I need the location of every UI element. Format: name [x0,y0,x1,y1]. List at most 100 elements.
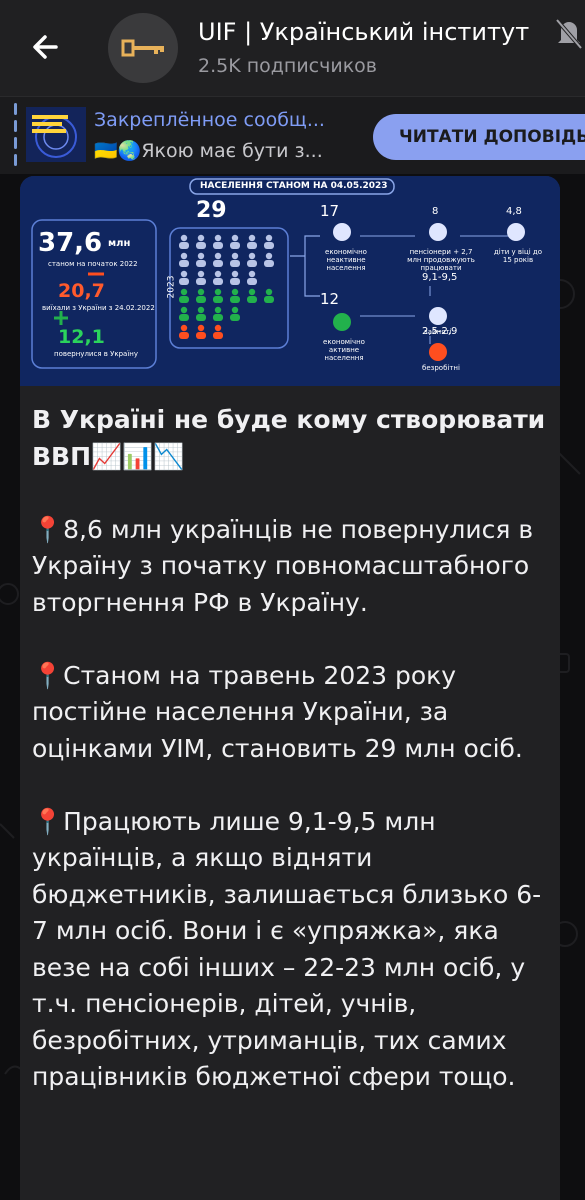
person-icon-body [196,242,206,249]
person-icon [214,324,222,332]
person-icon [231,252,239,260]
infographic-returned-caption: повернулися в Україну [54,350,139,358]
person-icon-body [213,278,223,285]
person-icon [197,306,205,314]
person-icon [197,288,205,296]
infographic-unemployed-value: 2,5-2,9 [422,326,458,337]
infographic-left-caption: виїхали з України з 24.02.2022 [42,304,155,312]
infographic-active-value: 12 [320,290,340,308]
message-bubble[interactable]: НАСЕЛЕННЯ СТАНОМ НА 04.05.2023 37,6 млн … [20,176,560,1200]
person-icon-body [247,242,257,249]
person-icon-body [196,296,206,303]
person-icon [265,234,273,242]
person-icon-body [179,332,189,339]
person-icon-body [196,260,206,267]
person-icon [214,234,222,242]
person-icon [265,288,273,296]
person-icon-body [179,242,189,249]
message-text: В Україні не буде кому створювати ВВП📈📊📉… [32,402,552,1132]
subscriber-count: 2.5K подписчиков [198,55,377,77]
person-icon [231,234,239,242]
person-icon-body [230,278,240,285]
person-icon-body [213,260,223,267]
person-icon [214,288,222,296]
person-icon [180,288,188,296]
person-icon-body [213,314,223,321]
person-icon [197,324,205,332]
person-icon-body [264,296,274,303]
infographic-big-total: 37,6 [38,228,103,258]
person-icon [197,252,205,260]
pinned-preview: 🇺🇦🌏Якою має бути з... [94,140,323,162]
channel-avatar[interactable] [108,13,178,83]
person-icon-body [196,332,206,339]
person-icon [214,270,222,278]
person-icon-body [213,332,223,339]
person-icon [231,306,239,314]
person-icon [214,252,222,260]
message-paragraph-3: 📍Працюють лише 9,1-9,5 млн українців, а … [32,806,542,1092]
infographic-image[interactable]: НАСЕЛЕННЯ СТАНОМ НА 04.05.2023 37,6 млн … [20,176,560,386]
person-icon-body [264,260,274,267]
person-icon [180,306,188,314]
person-icon-body [213,296,223,303]
person-icon [231,270,239,278]
person-icon [197,270,205,278]
infographic-inactive-value: 17 [320,202,340,220]
person-icon-body [247,296,257,303]
person-icon [180,234,188,242]
message-paragraph-2: 📍Станом на травень 2023 року постійне на… [32,660,523,763]
person-icon [265,252,273,260]
person-icon-body [179,296,189,303]
person-icon-body [230,314,240,321]
person-icon-body [230,242,240,249]
channel-header: UIF | Український інститут 2.5K подписчи… [0,0,585,96]
person-icon-body [230,260,240,267]
pinned-indicator [14,103,17,166]
infographic-kids-caption: діти у віці до 15 років [493,248,543,264]
infographic-current: 29 [196,198,227,223]
person-icon [180,324,188,332]
infographic-big-total-caption: станом на початок 2022 [48,260,138,268]
message-headline: В Україні не буде кому створювати ВВП📈📊📉 [32,405,546,471]
person-icon-body [196,314,206,321]
infographic-returned-value: 12,1 [58,326,105,348]
infographic-pension-caption: пенсіонери + 2,7 млн продовжують працюва… [407,248,475,272]
channel-title[interactable]: UIF | Український інститут [198,18,548,46]
telegram-channel-screen: UIF | Український інститут 2.5K подписчи… [0,0,585,1200]
person-icon-body [264,242,274,249]
infographic-big-total-unit: млн [108,238,131,249]
person-icon [180,252,188,260]
person-icon [248,288,256,296]
muted-bell-icon[interactable] [553,14,585,54]
infographic-left-value: 20,7 [58,280,105,302]
infographic-employed-value: 9,1-9,5 [422,272,458,283]
person-icon [248,252,256,260]
person-icon-body [179,260,189,267]
person-icon [180,270,188,278]
back-arrow-icon[interactable] [26,26,68,68]
pinned-thumbnail [26,107,86,162]
message-paragraph-1: 📍8,6 млн українців не повернулися в Укра… [32,514,534,617]
key-icon [121,39,164,57]
person-icon-body [247,278,257,285]
person-icon [197,234,205,242]
person-icon [248,270,256,278]
pinned-title: Закреплённое сообщ... [94,109,325,131]
infographic-unemployed-caption: безробітні [422,364,460,372]
infographic-banner: НАСЕЛЕННЯ СТАНОМ НА 04.05.2023 [200,181,388,191]
infographic-active-caption: економічно активне населення [323,338,365,362]
pinned-message-bar[interactable]: Закреплённое сообщ... 🇺🇦🌏Якою має бути з… [0,96,585,174]
infographic-kids-value: 4,8 [506,206,522,217]
person-icon-body [247,260,257,267]
person-icon [231,288,239,296]
infographic-year: 2023 [166,275,177,299]
infographic-pension-value: 8 [432,206,439,217]
person-icon-body [213,242,223,249]
person-icon-body [179,314,189,321]
person-icon-body [196,278,206,285]
read-report-button[interactable]: ЧИТАТИ ДОПОВІДЬ [373,114,585,160]
infographic-inactive-caption: економічно неактивне населення [325,248,367,272]
person-icon [248,234,256,242]
person-icon-body [179,278,189,285]
